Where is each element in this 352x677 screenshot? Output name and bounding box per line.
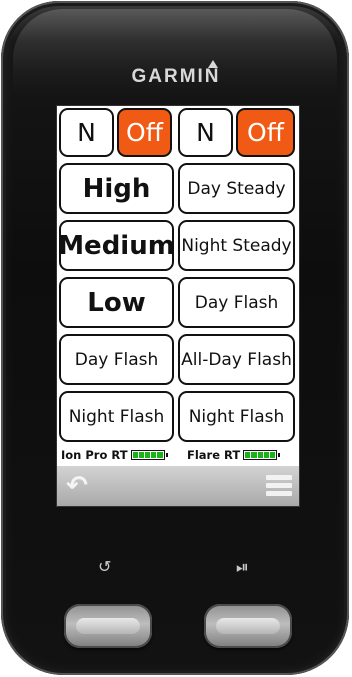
- right-light-status: Flare RT: [187, 448, 281, 462]
- left-hardware-button[interactable]: [64, 604, 152, 648]
- right-hardware-button[interactable]: [204, 604, 292, 648]
- left-light-off-button[interactable]: Off: [117, 108, 172, 157]
- right-light-n-button[interactable]: N: [178, 108, 233, 157]
- right-mode-day-steady[interactable]: Day Steady: [178, 163, 295, 214]
- play-icon: ⏯: [236, 557, 249, 576]
- left-light-n-button[interactable]: N: [59, 108, 114, 157]
- brand-logo: GARMIN: [131, 66, 221, 87]
- right-mode-all-day-flash[interactable]: All-Day Flash: [178, 334, 295, 385]
- left-battery-icon: [130, 450, 168, 460]
- left-light-name: Ion Pro RT: [61, 448, 128, 462]
- left-mode-medium[interactable]: Medium: [58, 220, 175, 271]
- brand-triangle-icon: [208, 60, 218, 68]
- menu-icon[interactable]: [266, 475, 292, 497]
- screen: N Off N Off High Medium Low Day Flash Ni…: [56, 105, 300, 507]
- right-battery-icon: [243, 450, 281, 460]
- right-light-name: Flare RT: [187, 448, 241, 462]
- left-mode-day-flash[interactable]: Day Flash: [59, 334, 174, 385]
- right-mode-night-flash[interactable]: Night Flash: [178, 391, 295, 442]
- left-light-status: Ion Pro RT: [61, 448, 168, 462]
- loop-icon: ↺: [98, 557, 112, 576]
- back-arrow-icon[interactable]: ↶: [63, 472, 91, 500]
- left-mode-high[interactable]: High: [59, 163, 174, 214]
- right-light-off-button[interactable]: Off: [236, 108, 295, 157]
- left-mode-low[interactable]: Low: [59, 277, 174, 328]
- bottom-bar: ↶: [57, 466, 299, 506]
- right-mode-day-flash[interactable]: Day Flash: [178, 277, 295, 328]
- left-mode-night-flash[interactable]: Night Flash: [59, 391, 174, 442]
- right-mode-night-steady[interactable]: Night Steady: [178, 220, 295, 271]
